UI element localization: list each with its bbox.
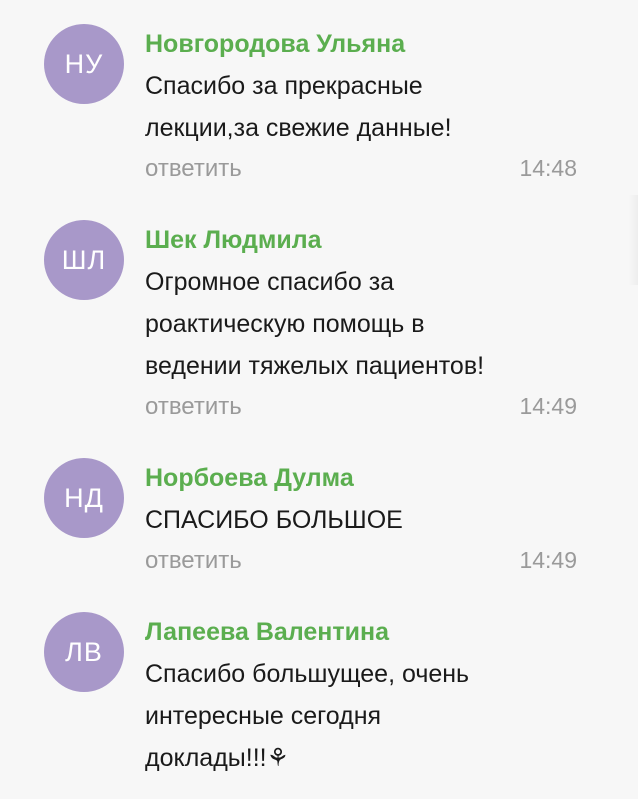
comment-time: 14:49	[519, 547, 577, 573]
scroll-edge-shadow	[628, 195, 638, 285]
comment-time: 14:48	[519, 155, 577, 181]
reply-button[interactable]: ответить	[145, 393, 242, 421]
comment-time: 14:49	[519, 393, 577, 419]
comment-list: НУ Новгородова Ульяна Спасибо за прекрас…	[0, 0, 638, 799]
comment-text: Огромное спасибо за poактическую помощь …	[145, 268, 485, 380]
author-name[interactable]: Шек Людмила	[145, 226, 322, 255]
author-name[interactable]: Новгородова Ульяна	[145, 30, 405, 59]
author-name[interactable]: Лапеева Валентина	[145, 618, 389, 647]
comment-text: Спасибо за прекрасные лекции,за свежие д…	[145, 72, 452, 142]
author-name[interactable]: Норбоева Дулма	[145, 464, 354, 493]
avatar[interactable]: НУ	[44, 24, 124, 104]
comment-text: Спасибо большущее, очень интересные сего…	[145, 660, 470, 772]
comment-text: СПАСИБО БОЛЬШОЕ	[145, 506, 403, 534]
avatar[interactable]: ЛВ	[44, 612, 124, 692]
reply-button[interactable]: ответить	[145, 547, 242, 575]
reply-button[interactable]: ответить	[145, 155, 242, 183]
avatar[interactable]: ШЛ	[44, 220, 124, 300]
avatar[interactable]: НД	[44, 458, 124, 538]
